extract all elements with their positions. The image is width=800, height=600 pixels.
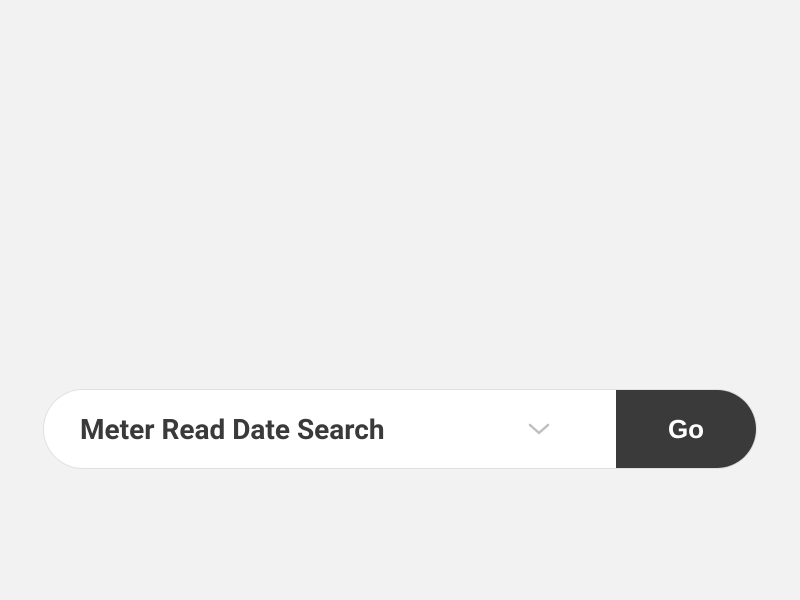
search-select-label: Meter Read Date Search [80, 413, 527, 446]
search-type-select[interactable]: Meter Read Date Search [44, 390, 616, 468]
chevron-down-icon [527, 417, 551, 441]
go-button[interactable]: Go [616, 390, 756, 468]
search-bar: Meter Read Date Search Go [44, 390, 756, 468]
